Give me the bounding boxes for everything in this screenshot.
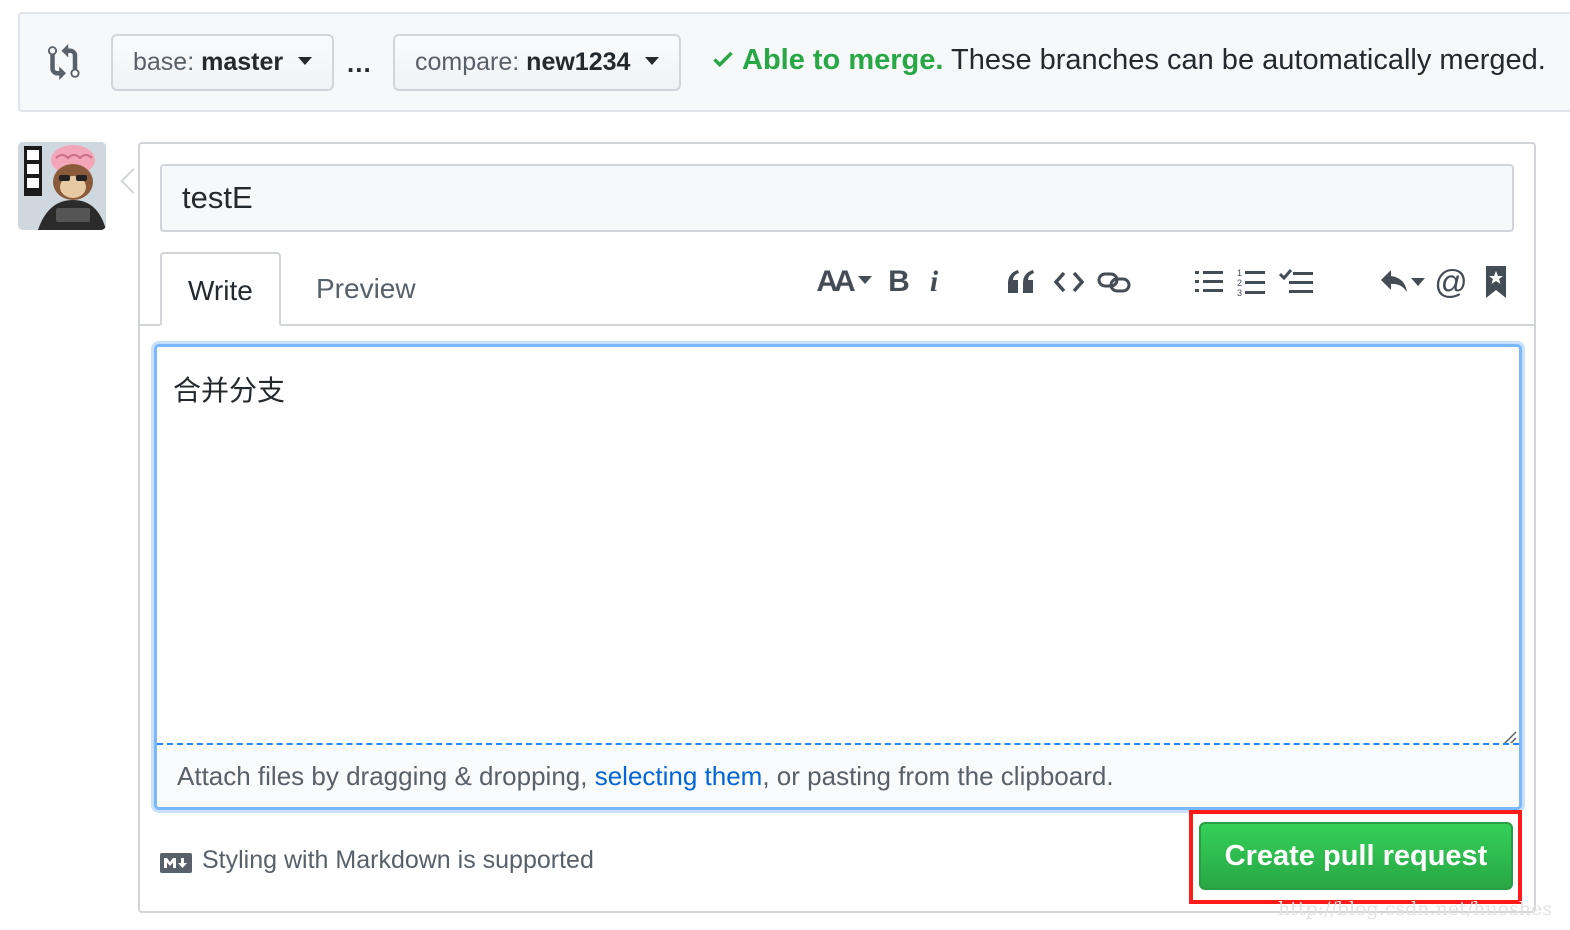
caret-down-icon bbox=[645, 57, 659, 65]
merge-message: These branches can be automatically merg… bbox=[951, 44, 1546, 76]
compare-label: compare: bbox=[415, 48, 519, 76]
unordered-list-icon[interactable] bbox=[1194, 262, 1224, 302]
compare-bar: base: master ... compare: new1234 Able t… bbox=[18, 12, 1570, 112]
bold-label: B bbox=[888, 265, 910, 299]
link-icon[interactable] bbox=[1096, 262, 1132, 302]
bold-icon[interactable]: B bbox=[884, 262, 914, 302]
pull-request-form: Write Preview AA B i 123 @ 合并分支 bbox=[138, 142, 1536, 913]
markdown-hint[interactable]: Styling with Markdown is supported bbox=[160, 846, 594, 875]
tab-preview[interactable]: Preview bbox=[290, 252, 442, 326]
svg-text:1: 1 bbox=[1237, 268, 1242, 278]
italic-label: i bbox=[930, 265, 938, 299]
mention-icon[interactable]: @ bbox=[1434, 262, 1468, 302]
watermark: http://blog.csdn.net/huoshes bbox=[1278, 898, 1552, 920]
comment-body[interactable]: 合并分支 Attach files by dragging & dropping… bbox=[154, 344, 1522, 810]
bookmark-icon[interactable] bbox=[1482, 262, 1510, 302]
attach-hint: Attach files by dragging & dropping, sel… bbox=[177, 761, 1114, 792]
compare-branch-name: new1234 bbox=[526, 48, 630, 76]
title-input[interactable] bbox=[160, 164, 1514, 232]
base-label: base: bbox=[133, 48, 194, 76]
caret-down-icon bbox=[858, 276, 872, 284]
text-size-icon[interactable]: AA bbox=[816, 262, 872, 302]
italic-icon[interactable]: i bbox=[922, 262, 946, 302]
create-pull-request-button[interactable]: Create pull request bbox=[1199, 822, 1513, 890]
mention-label: @ bbox=[1434, 263, 1468, 301]
svg-text:2: 2 bbox=[1237, 278, 1242, 288]
merge-ok-text: Able to merge. bbox=[742, 44, 943, 76]
base-branch-select[interactable]: base: master bbox=[111, 34, 334, 91]
avatar-image bbox=[18, 142, 106, 230]
text-size-label: AA bbox=[816, 265, 851, 299]
git-compare-icon bbox=[48, 44, 84, 80]
avatar[interactable] bbox=[18, 142, 106, 230]
check-icon bbox=[710, 46, 736, 72]
merge-status: Able to merge. These branches can be aut… bbox=[710, 44, 1546, 77]
body-textarea[interactable]: 合并分支 bbox=[173, 369, 285, 409]
tab-write[interactable]: Write bbox=[160, 252, 281, 326]
code-icon[interactable] bbox=[1052, 262, 1086, 302]
branch-separator: ... bbox=[347, 48, 372, 79]
attach-prefix: Attach files by dragging & dropping, bbox=[177, 761, 595, 791]
compare-branch-select[interactable]: compare: new1234 bbox=[393, 34, 681, 91]
select-files-link[interactable]: selecting them bbox=[595, 761, 763, 791]
ordered-list-icon[interactable]: 123 bbox=[1236, 262, 1266, 302]
task-list-icon[interactable] bbox=[1278, 262, 1314, 302]
quote-icon[interactable] bbox=[1004, 262, 1038, 302]
file-drop-zone[interactable]: Attach files by dragging & dropping, sel… bbox=[157, 743, 1519, 807]
attach-suffix: , or pasting from the clipboard. bbox=[762, 761, 1113, 791]
reply-icon[interactable] bbox=[1378, 262, 1426, 302]
svg-text:3: 3 bbox=[1237, 288, 1242, 297]
markdown-icon bbox=[160, 851, 192, 871]
base-branch-name: master bbox=[201, 48, 283, 76]
markdown-hint-text: Styling with Markdown is supported bbox=[202, 846, 594, 875]
caret-down-icon bbox=[298, 57, 312, 65]
